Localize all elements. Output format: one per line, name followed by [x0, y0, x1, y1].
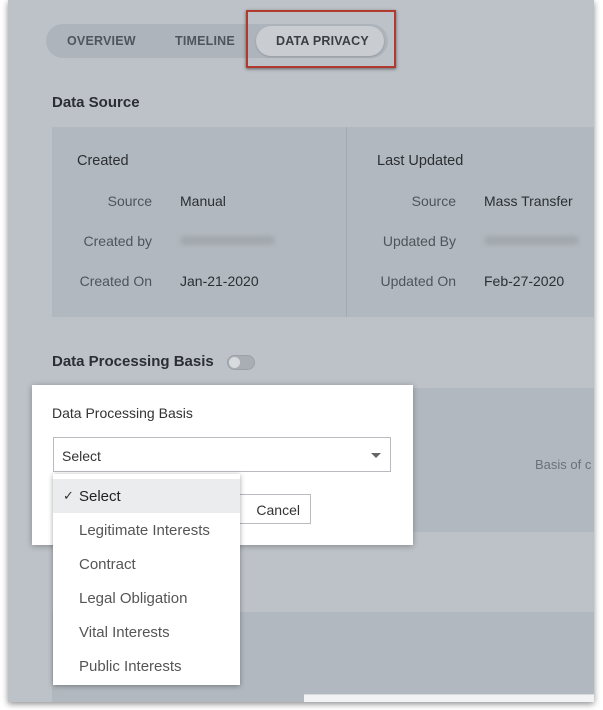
- popup-title: Data Processing Basis: [52, 405, 193, 421]
- created-by-redacted: [180, 236, 275, 245]
- created-source-value: Manual: [180, 193, 226, 209]
- tab-timeline[interactable]: TIMELINE: [175, 24, 235, 58]
- created-on-value: Jan-21-2020: [180, 273, 259, 289]
- bottom-strip: [304, 694, 594, 702]
- highlight-box: [246, 10, 396, 68]
- tab-overview[interactable]: OVERVIEW: [67, 24, 136, 58]
- option-label: Select: [79, 488, 121, 505]
- updated-on-value: Feb-27-2020: [484, 273, 565, 289]
- updated-by-label: Updated By: [382, 233, 456, 249]
- data-source-title: Data Source: [52, 94, 140, 111]
- created-heading: Created: [77, 153, 129, 169]
- option-public-interests[interactable]: Public Interests: [53, 649, 240, 683]
- option-label: Vital Interests: [79, 624, 170, 641]
- updated-source-label: Source: [411, 193, 456, 209]
- option-label: Public Interests: [79, 658, 182, 675]
- option-contract[interactable]: Contract: [53, 547, 240, 581]
- cancel-button-label: Cancel: [256, 502, 300, 518]
- chevron-down-icon: [371, 453, 381, 458]
- option-legal-obligation[interactable]: Legal Obligation: [53, 581, 240, 615]
- updated-on-label: Updated On: [380, 273, 457, 289]
- page-overlay: OVERVIEW TIMELINE DATA PRIVACY Data Sour…: [8, 0, 594, 702]
- created-by-label: Created by: [83, 233, 152, 249]
- processing-basis-dropdown: ✓ Select Legitimate Interests Contract L…: [53, 474, 240, 685]
- basis-of-text: Basis of c: [535, 457, 592, 472]
- option-label: Legitimate Interests: [79, 522, 210, 539]
- option-label: Legal Obligation: [79, 590, 188, 607]
- option-select[interactable]: ✓ Select: [53, 479, 240, 513]
- created-on-label: Created On: [79, 273, 152, 289]
- option-vital-interests[interactable]: Vital Interests: [53, 615, 240, 649]
- panel-divider: [346, 127, 347, 317]
- select-value: Select: [62, 448, 101, 464]
- toggle-knob: [229, 357, 240, 368]
- cancel-button[interactable]: Cancel: [232, 494, 311, 524]
- last-updated-heading: Last Updated: [377, 153, 464, 169]
- option-label: Contract: [79, 556, 136, 573]
- check-icon: ✓: [63, 488, 74, 503]
- processing-basis-toggle[interactable]: [227, 355, 255, 370]
- processing-basis-select[interactable]: Select: [53, 437, 391, 472]
- updated-source-value: Mass Transfer: [484, 193, 573, 209]
- processing-basis-title: Data Processing Basis: [52, 353, 214, 370]
- created-source-label: Source: [107, 193, 152, 209]
- option-legitimate-interests[interactable]: Legitimate Interests: [53, 513, 240, 547]
- updated-by-redacted: [484, 236, 579, 245]
